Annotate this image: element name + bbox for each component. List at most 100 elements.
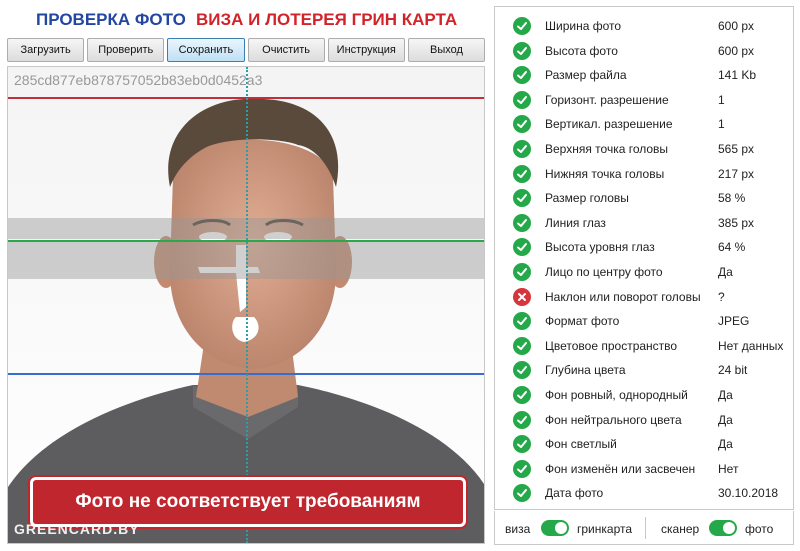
check-button[interactable]: Проверить <box>87 38 165 62</box>
check-icon <box>513 90 531 109</box>
result-label: Размер головы <box>545 191 629 206</box>
toolbar: Загрузить Проверить Сохранить Очистить И… <box>7 38 486 62</box>
result-label: Высота фото <box>545 43 618 58</box>
result-value: 1 <box>718 117 725 132</box>
check-icon <box>513 484 531 503</box>
photo-preview: 285cd877eb878757052b83eb0d0452a3 Фото не… <box>7 66 485 544</box>
result-row: Формат фото JPEG <box>495 309 795 333</box>
result-label: Линия глаз <box>545 215 606 230</box>
result-row: Нижняя точка головы 217 px <box>495 162 795 186</box>
check-icon <box>513 66 531 85</box>
result-row: Цветовое пространство Нет данных <box>495 334 795 358</box>
check-icon <box>513 238 531 257</box>
switch-knob <box>555 522 567 534</box>
mode-toggles: виза гринкарта сканер фото <box>494 511 794 545</box>
check-icon <box>513 140 531 158</box>
verdict-banner: Фото не соответствует требованиям <box>30 477 466 527</box>
result-label: Фон ровный, однородный <box>545 388 688 402</box>
result-label: Дата фото <box>545 486 604 501</box>
result-row: Фон ровный, однородный Да <box>495 383 795 407</box>
check-icon <box>513 459 531 478</box>
check-icon <box>513 263 531 281</box>
check-icon <box>513 410 531 429</box>
result-value: 385 px <box>718 215 755 230</box>
result-row: Фон изменён или засвечен Нет <box>495 457 795 481</box>
result-row: Высота фото 600 px <box>495 39 795 63</box>
result-row: Вертикал. разрешение 1 <box>495 112 795 136</box>
result-value: Да <box>718 265 733 279</box>
result-value: JPEG <box>718 314 750 329</box>
result-label: Нижняя точка головы <box>545 166 665 181</box>
result-row: Ширина фото 600 px <box>495 14 795 38</box>
check-icon <box>513 435 531 454</box>
exit-button[interactable]: Выход <box>407 38 486 62</box>
result-label: Фон нейтрального цвета <box>545 412 682 427</box>
check-icon <box>513 213 531 232</box>
result-label: Верхняя точка головы <box>545 142 669 156</box>
result-value: 64 % <box>718 240 746 255</box>
switch-knob <box>723 522 735 534</box>
result-row: Размер файла 141 Kb <box>495 63 795 87</box>
results-panel: Ширина фото 600 px Высота фото 600 px Размер… <box>494 6 794 510</box>
load-button[interactable]: Загрузить <box>7 38 85 62</box>
result-row: Наклон или поворот головы? <box>495 285 795 309</box>
result-row: Фон светлый Да <box>495 432 795 456</box>
result-value: 565 px <box>718 142 755 156</box>
check-icon <box>513 336 531 355</box>
result-label: Вертикал. разрешение <box>545 117 673 132</box>
app-title: ПРОВЕРКА ФОТО <box>36 10 186 29</box>
result-row: Размер головы 58 % <box>495 186 795 210</box>
check-icon <box>513 115 531 134</box>
result-value: ? <box>718 289 725 304</box>
toggle-greencard-label: гринкарта <box>577 522 633 536</box>
result-value: Да <box>718 388 733 402</box>
result-label: Лицо по центру фото <box>545 265 663 279</box>
toggle-visa-label: виза <box>505 522 531 536</box>
result-row: Глубина цвета 24 bit <box>495 358 795 382</box>
toggle-scanner-label: сканер <box>661 522 700 536</box>
clear-button[interactable]: Очистить <box>247 38 325 62</box>
result-label: Цветовое пространство <box>545 338 678 353</box>
instructions-button[interactable]: Инструкция <box>327 38 405 62</box>
footer-divider <box>645 517 646 539</box>
result-label: Ширина фото <box>545 19 622 33</box>
result-label: Фон светлый <box>545 437 617 452</box>
result-label: Глубина цвета <box>545 363 626 378</box>
check-icon <box>513 386 531 404</box>
check-icon <box>513 312 531 331</box>
toggle-photo-label: фото <box>745 522 774 536</box>
result-row: Высота уровня глаз 64 % <box>495 235 795 259</box>
result-value: 30.10.2018 <box>718 486 779 501</box>
photo-hash: 285cd877eb878757052b83eb0d0452a3 <box>14 72 263 88</box>
check-icon <box>513 17 531 35</box>
result-label: Фон изменён или засвечен <box>545 461 696 476</box>
visa-greencard-switch[interactable] <box>541 520 569 536</box>
check-icon <box>513 164 531 183</box>
check-icon <box>513 189 531 208</box>
result-label: Горизонт. разрешение <box>545 92 669 107</box>
app-subtitle: ВИЗА И ЛОТЕРЕЯ ГРИН КАРТА <box>196 10 458 29</box>
result-row: Дата фото 30.10.2018 <box>495 481 795 505</box>
result-value: 600 px <box>718 19 755 33</box>
result-value: Нет данных <box>718 338 784 353</box>
check-icon <box>513 361 531 380</box>
result-label: Наклон или поворот головы <box>545 289 701 304</box>
result-value: 1 <box>718 92 725 107</box>
scanner-photo-switch[interactable] <box>709 520 737 536</box>
result-value: 58 % <box>718 191 746 206</box>
result-label: Высота уровня глаз <box>545 240 655 255</box>
header: ПРОВЕРКА ФОТО ВИЗА И ЛОТЕРЕЯ ГРИН КАРТА <box>0 0 490 36</box>
result-label: Размер файла <box>545 68 627 83</box>
result-label: Формат фото <box>545 314 620 329</box>
result-value: Нет <box>718 461 739 476</box>
check-icon <box>513 41 531 60</box>
save-button[interactable]: Сохранить <box>167 38 245 62</box>
result-value: 217 px <box>718 166 755 181</box>
result-value: Да <box>718 412 733 427</box>
result-row: Верхняя точка головы 565 px <box>495 137 795 161</box>
result-value: 141 Kb <box>718 68 757 83</box>
result-value: 24 bit <box>718 363 748 378</box>
center-guide-line <box>246 67 248 543</box>
result-row: Лицо по центру фото Да <box>495 260 795 284</box>
result-row: Горизонт. разрешение 1 <box>495 88 795 112</box>
